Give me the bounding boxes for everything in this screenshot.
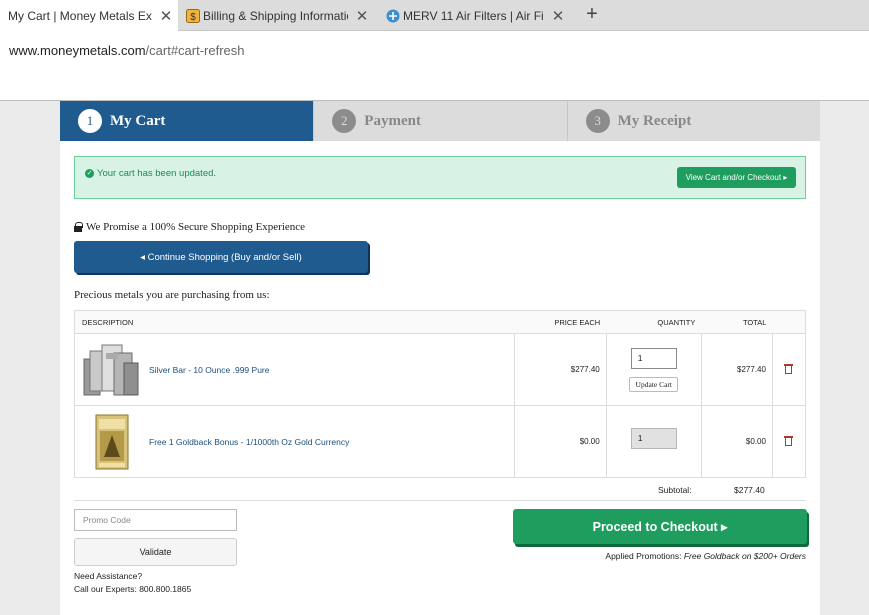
step-label: Payment xyxy=(364,112,421,129)
address-bar[interactable]: www.moneymetals.com/cart#cart-refresh xyxy=(0,31,869,101)
promo-code-input[interactable]: Promo Code xyxy=(74,509,237,531)
cart-panel: 1 My Cart 2 Payment 3 My Receipt ✓ Your … xyxy=(60,101,820,615)
close-icon[interactable]: ✕ xyxy=(158,7,174,25)
cart-table: DESCRIPTION PRICE EACH QUANTITY TOTAL Si… xyxy=(74,310,806,478)
product-name-link[interactable]: Silver Bar - 10 Ounce .999 Pure xyxy=(149,365,269,375)
close-icon[interactable]: ✕ xyxy=(354,7,370,25)
goldback-image[interactable] xyxy=(82,413,142,471)
remove-cell xyxy=(771,333,806,406)
line-total: $277.40 xyxy=(700,333,773,406)
table-header-row: DESCRIPTION PRICE EACH QUANTITY TOTAL xyxy=(74,310,806,334)
promotions-value: Free Goldback on $200+ Orders xyxy=(683,551,806,561)
secure-text: We Promise a 100% Secure Shopping Experi… xyxy=(86,221,306,233)
update-cart-button[interactable]: Update Cart xyxy=(629,376,679,392)
step-payment[interactable]: 2 Payment xyxy=(313,101,567,141)
col-description: DESCRIPTION xyxy=(74,310,515,334)
page-background: 1 My Cart 2 Payment 3 My Receipt ✓ Your … xyxy=(0,101,869,615)
step-number: 1 xyxy=(78,109,102,133)
subtotal-label: Subtotal: xyxy=(658,485,692,495)
product-cell: Free 1 Goldback Bonus - 1/1000th Oz Gold… xyxy=(74,405,515,478)
col-remove xyxy=(772,310,806,334)
purchasing-heading: Precious metals you are purchasing from … xyxy=(74,289,270,301)
lock-icon xyxy=(74,222,83,232)
quantity-input[interactable]: 1 xyxy=(630,347,677,369)
step-my-receipt[interactable]: 3 My Receipt xyxy=(566,101,820,141)
quantity-cell: 1 xyxy=(605,405,702,478)
product-cell: Silver Bar - 10 Ounce .999 Pure xyxy=(74,333,515,406)
subtotal-row: Subtotal: $277.40 xyxy=(74,481,806,501)
applied-promotions: Applied Promotions: Free Goldback on $20… xyxy=(513,551,806,561)
price-each: $277.40 xyxy=(513,333,607,406)
url-host: www.moneymetals.com xyxy=(9,43,146,58)
air-filters-favicon-icon xyxy=(386,9,400,22)
checkout-steps: 1 My Cart 2 Payment 3 My Receipt xyxy=(60,101,820,141)
proceed-to-checkout-button[interactable]: Proceed to Checkout ▸ xyxy=(513,509,807,544)
tab-title: My Cart | Money Metals Exchange xyxy=(8,9,152,23)
product-name-link[interactable]: Free 1 Goldback Bonus - 1/1000th Oz Gold… xyxy=(149,437,349,447)
silver-bar-image[interactable] xyxy=(82,341,142,399)
view-cart-checkout-button[interactable]: View Cart and/or Checkout ▸ xyxy=(677,167,796,188)
price-each: $0.00 xyxy=(513,405,607,478)
step-my-cart[interactable]: 1 My Cart xyxy=(60,101,314,141)
continue-shopping-button[interactable]: ◂ Continue Shopping (Buy and/or Sell) xyxy=(74,241,368,273)
tab-title: Billing & Shipping Information | Money M… xyxy=(203,8,348,23)
new-tab-button[interactable]: + xyxy=(582,3,602,26)
quantity-input-disabled: 1 xyxy=(630,428,677,449)
table-row: Silver Bar - 10 Ounce .999 Pure $277.40 … xyxy=(74,333,806,406)
quantity-cell: 1 Update Cart xyxy=(605,333,702,406)
trash-icon[interactable] xyxy=(784,435,794,446)
step-label: My Receipt xyxy=(617,112,692,129)
money-metals-favicon-icon: $ xyxy=(186,8,200,23)
trash-icon[interactable] xyxy=(784,363,794,374)
col-price-each: PRICE EACH xyxy=(514,310,607,334)
tab-my-cart[interactable]: My Cart | Money Metals Exchange ✕ xyxy=(0,0,178,32)
check-circle-icon: ✓ xyxy=(85,169,94,178)
col-quantity: QUANTITY xyxy=(606,310,702,334)
validate-button[interactable]: Validate xyxy=(74,538,237,566)
assistance-title: Need Assistance? xyxy=(74,571,143,581)
col-total: TOTAL xyxy=(701,310,773,334)
promotions-prefix: Applied Promotions: xyxy=(605,551,682,561)
browser-tab-strip: My Cart | Money Metals Exchange ✕ $ Bill… xyxy=(0,0,869,32)
tab-title: MERV 11 Air Filters | Air Filters Delive… xyxy=(403,8,544,23)
tab-billing-shipping[interactable]: $ Billing & Shipping Information | Money… xyxy=(186,0,376,31)
close-icon[interactable]: ✕ xyxy=(550,7,566,25)
step-label: My Cart xyxy=(110,112,166,129)
svg-text:$: $ xyxy=(190,12,196,23)
cart-updated-alert: ✓ Your cart has been updated. View Cart … xyxy=(74,156,806,199)
assistance-phone: Call our Experts: 800.800.1865 xyxy=(74,584,192,594)
alert-message: Your cart has been updated. xyxy=(97,168,217,179)
assistance-info: Need Assistance? Call our Experts: 800.8… xyxy=(74,570,191,596)
table-row: Free 1 Goldback Bonus - 1/1000th Oz Gold… xyxy=(74,405,806,478)
line-total: $0.00 xyxy=(700,405,773,478)
step-number: 3 xyxy=(585,109,610,133)
subtotal-value: $277.40 xyxy=(734,485,765,495)
url-text[interactable]: www.moneymetals.com/cart#cart-refresh xyxy=(9,43,245,58)
url-path: /cart#cart-refresh xyxy=(145,43,245,58)
step-number: 2 xyxy=(332,109,357,133)
tab-merv-filters[interactable]: MERV 11 Air Filters | Air Filters Delive… xyxy=(386,0,572,31)
remove-cell xyxy=(771,405,806,478)
secure-shopping-notice: We Promise a 100% Secure Shopping Experi… xyxy=(74,221,305,233)
